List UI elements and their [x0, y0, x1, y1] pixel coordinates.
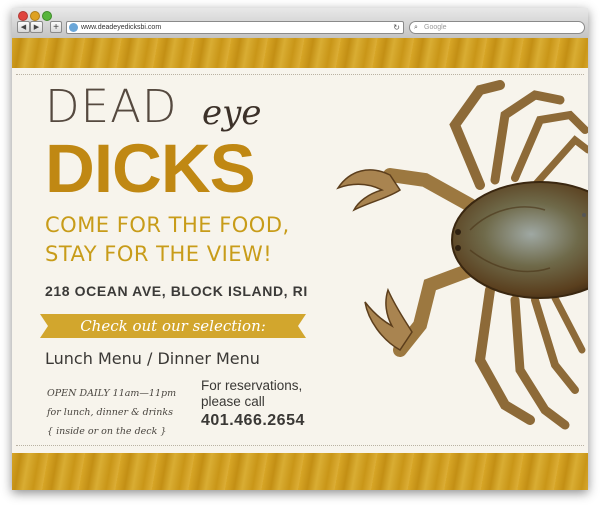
globe-icon	[69, 23, 78, 32]
selection-ribbon-label: Check out our selection:	[80, 317, 266, 335]
forward-icon: ▶	[33, 24, 40, 31]
minimize-window-button[interactable]	[30, 11, 40, 21]
restaurant-address: 218 OCEAN AVE, BLOCK ISLAND, RI	[45, 283, 308, 299]
hours-line-1: OPEN DAILY 11am—11pm	[47, 388, 177, 399]
close-window-button[interactable]	[18, 11, 28, 21]
dinner-menu-link[interactable]: Dinner Menu	[157, 351, 259, 367]
reservations-line-1: For reservations,	[201, 378, 303, 393]
forward-button[interactable]: ▶	[30, 21, 43, 33]
search-icon: ⌕	[414, 24, 418, 31]
tagline-line-2: STAY FOR THE VIEW!	[45, 242, 273, 266]
back-icon: ◀	[20, 24, 27, 31]
crab-illustration	[336, 80, 588, 430]
logo-dicks-text: DICKS	[45, 130, 256, 207]
search-input[interactable]: ⌕ Google	[409, 21, 585, 34]
search-placeholder: Google	[424, 24, 447, 31]
menu-separator: /	[141, 349, 158, 368]
bottom-dotted-divider	[16, 445, 584, 446]
plus-icon: +	[53, 22, 59, 33]
address-bar[interactable]: www.deadeyedicksbi.com ↻	[66, 21, 404, 34]
tagline-line-1: COME FOR THE FOOD,	[45, 213, 290, 237]
lunch-menu-link[interactable]: Lunch Menu	[45, 351, 142, 367]
reservation-phone-number[interactable]: 401.466.2654	[201, 413, 305, 429]
hours-line-2: for lunch, dinner & drinks	[47, 407, 173, 418]
hours-line-3: { inside or on the deck }	[47, 426, 167, 437]
logo-dead-text: DEAD	[45, 80, 178, 133]
browser-toolbar: ◀ ▶ + www.deadeyedicksbi.com ↻ ⌕ Google	[12, 8, 588, 39]
url-text: www.deadeyedicksbi.com	[81, 24, 162, 31]
scroll-indicator[interactable]	[582, 213, 586, 217]
header-gold-band	[12, 38, 588, 68]
menu-links: Lunch Menu / Dinner Menu	[45, 351, 260, 367]
browser-window: ◀ ▶ + www.deadeyedicksbi.com ↻ ⌕ Google …	[12, 8, 588, 490]
add-bookmark-button[interactable]: +	[50, 21, 62, 33]
logo-eye-text: eye	[202, 93, 262, 133]
zoom-window-button[interactable]	[42, 11, 52, 21]
back-button[interactable]: ◀	[17, 21, 30, 33]
footer-gold-band	[12, 453, 588, 490]
reload-icon[interactable]: ↻	[393, 22, 400, 33]
reservations-line-2: please call	[201, 394, 265, 409]
